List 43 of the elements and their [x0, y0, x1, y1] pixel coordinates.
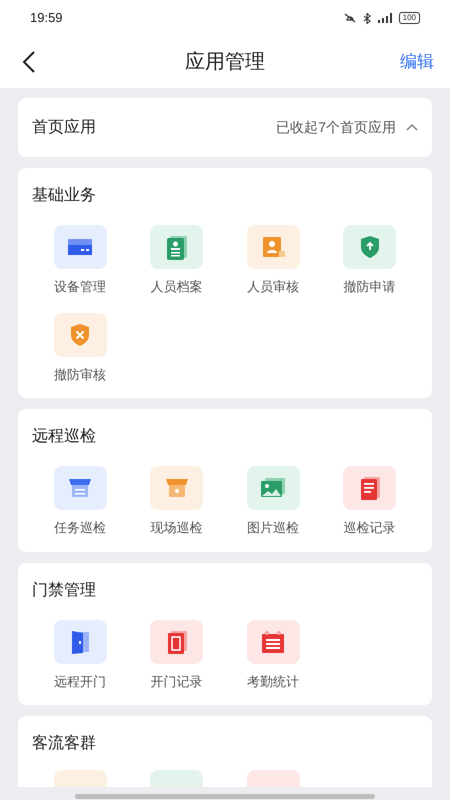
signal-icon	[376, 13, 393, 23]
app-label: 人员档案	[150, 278, 202, 296]
page-title: 应用管理	[185, 50, 265, 75]
section-title: 远程巡检	[32, 427, 97, 447]
app-tile[interactable]	[150, 466, 203, 510]
section-title: 客流客群	[32, 734, 97, 754]
bluetooth-icon	[362, 12, 371, 24]
app-label: 开门记录	[150, 672, 202, 690]
app-label: 人员审核	[247, 278, 299, 296]
collapsed-summary: 已收起7个首页应用	[276, 118, 396, 137]
mute-icon	[342, 13, 357, 23]
app-tile[interactable]	[54, 770, 106, 787]
back-icon[interactable]	[22, 51, 36, 73]
app-tile[interactable]	[343, 466, 396, 510]
section-title: 首页应用	[32, 118, 96, 138]
app-label: 巡检记录	[344, 519, 396, 537]
app-label: 设备管理	[54, 278, 106, 296]
app-tile[interactable]	[54, 620, 106, 664]
battery-indicator: 100	[398, 12, 420, 24]
app-tile[interactable]	[150, 770, 203, 787]
edit-button[interactable]: 编辑	[400, 49, 434, 75]
home-apps-card[interactable]: 首页应用 已收起7个首页应用	[18, 98, 432, 157]
app-tile[interactable]	[150, 620, 203, 664]
app-tile[interactable]	[246, 466, 300, 510]
app-tile[interactable]	[54, 312, 106, 356]
chevron-icon[interactable]	[406, 124, 418, 131]
app-tile[interactable]	[150, 225, 203, 269]
app-tile[interactable]	[246, 620, 300, 664]
app-label: 撤防审核	[54, 366, 106, 384]
app-tile[interactable]	[54, 225, 106, 269]
app-tile[interactable]	[343, 225, 396, 269]
app-label: 撤防申请	[344, 278, 396, 296]
app-label: 现场巡检	[150, 519, 202, 537]
app-tile[interactable]	[54, 466, 106, 510]
app-label: 任务巡检	[54, 519, 106, 537]
app-tile[interactable]	[246, 770, 300, 787]
app-tile[interactable]	[246, 225, 300, 269]
app-label: 图片巡检	[247, 519, 299, 537]
section-title: 基础业务	[32, 186, 97, 206]
app-label: 远程开门	[54, 672, 106, 690]
section-title: 门禁管理	[32, 580, 97, 600]
status-time: 19:59	[30, 9, 63, 28]
app-label: 考勤统计	[247, 672, 299, 690]
